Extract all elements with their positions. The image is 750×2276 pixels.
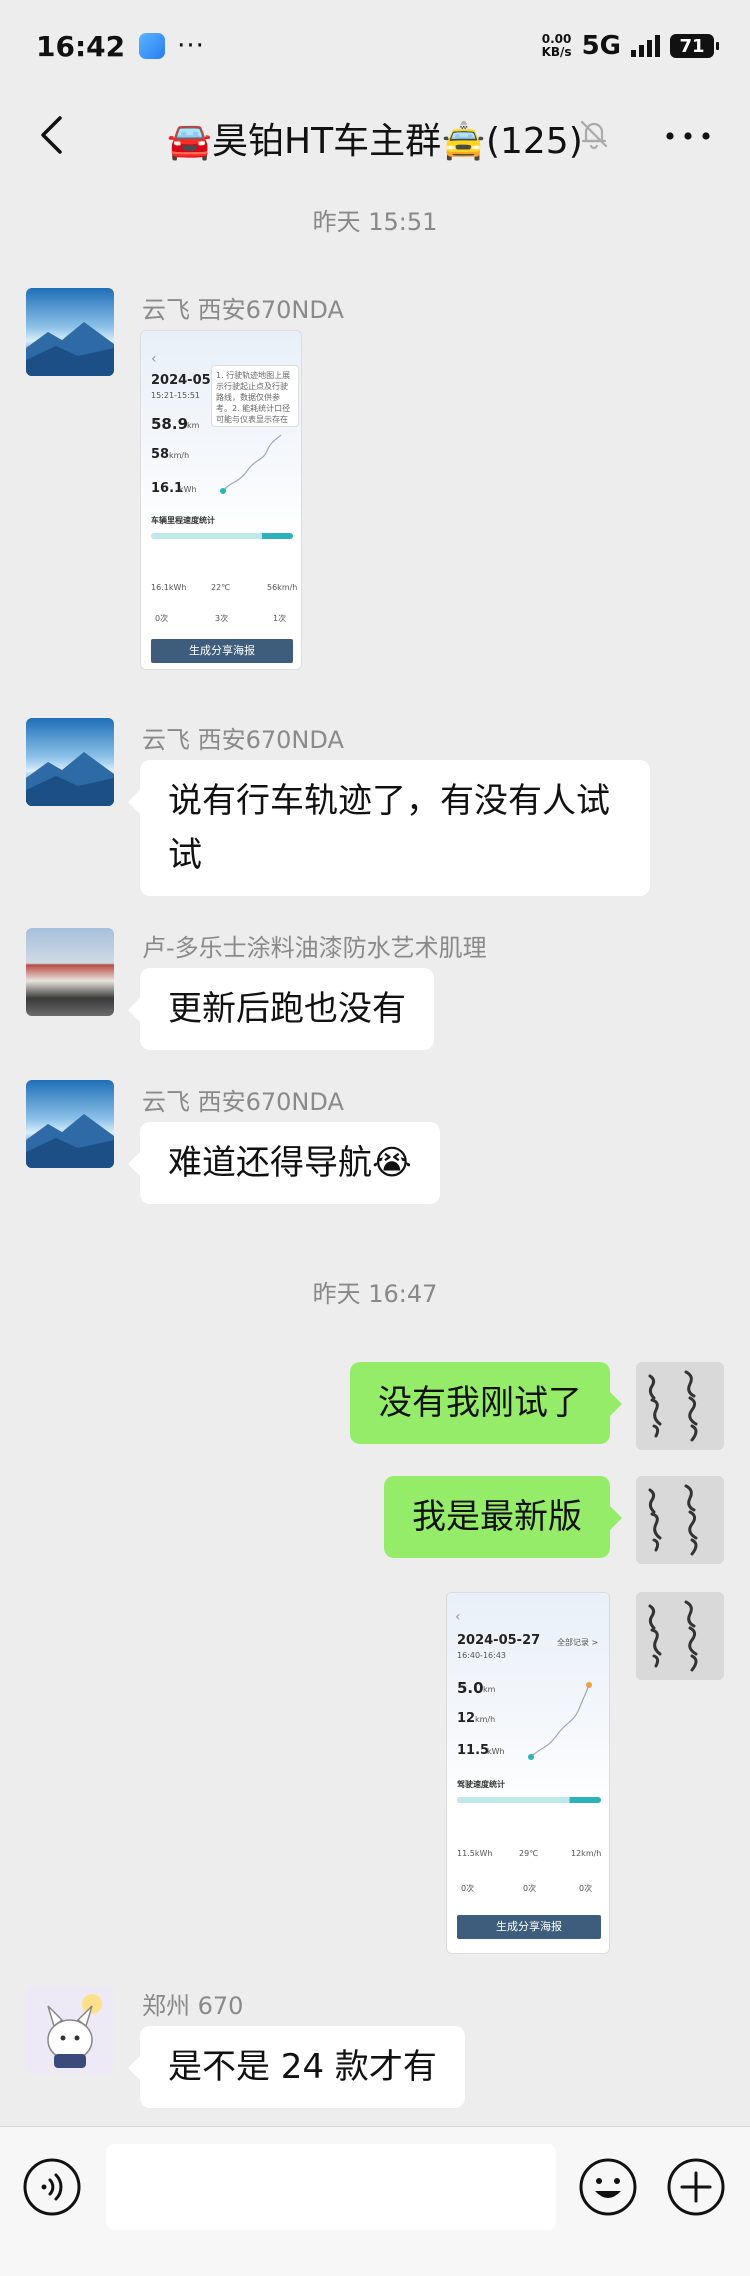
message-bubble[interactable]: 说有行车轨迹了，有没有人试试 xyxy=(128,760,650,896)
status-right: 0.00 KB/s 5G 71 xyxy=(542,31,719,61)
shot-distance-unit: km xyxy=(483,1685,496,1694)
timestamp: 昨天 15:51 xyxy=(312,208,438,236)
network-type: 5G xyxy=(581,31,621,61)
voice-input-icon[interactable] xyxy=(22,2157,82,2217)
shot-speed: 58 xyxy=(151,447,170,462)
shot-speed-unit: km/h xyxy=(475,1715,496,1724)
message-bubble[interactable]: 更新后跑也没有 xyxy=(128,968,434,1050)
shot-stat: 3次 xyxy=(215,614,229,623)
shot-speed-unit: km/h xyxy=(169,451,190,460)
shot-progress-bar xyxy=(457,1797,601,1803)
shot-stat: 0次 xyxy=(579,1884,593,1893)
avatar[interactable] xyxy=(26,288,114,376)
shot-stat: 56km/h xyxy=(267,583,298,592)
shot-section-title: 驾驶速度统计 xyxy=(457,1780,505,1789)
more-options-icon[interactable] xyxy=(660,116,716,156)
message-input[interactable] xyxy=(106,2144,556,2230)
app-notification-icon xyxy=(139,33,166,59)
shot-energy-unit: kWh xyxy=(487,1747,505,1756)
shot-stat: 0次 xyxy=(155,614,169,623)
emoji-icon[interactable] xyxy=(578,2157,638,2217)
timestamp: 昨天 16:47 xyxy=(312,1280,438,1308)
self-avatar[interactable] xyxy=(636,1362,724,1450)
shot-stat: 22℃ xyxy=(211,583,231,592)
mute-bell-icon xyxy=(580,120,608,150)
shot-time-range: 15:21-15:51 xyxy=(151,391,200,400)
sender-name: 郑州 670 xyxy=(142,1992,244,2020)
shot-distance-unit: km xyxy=(187,421,200,430)
image-message-self[interactable]: ‹ 2024-05-27 全部记录 > 16:40-16:43 5.0 km 1… xyxy=(446,1592,610,1954)
sender-name: 卢-多乐士涂料油漆防水艺术肌理 xyxy=(142,934,487,962)
shot-date: 2024-05-27 xyxy=(457,1633,541,1648)
input-bar xyxy=(0,2126,750,2276)
status-time: 16:42 xyxy=(36,29,126,63)
shot-stat: 0次 xyxy=(523,1884,537,1893)
plus-icon[interactable] xyxy=(666,2157,726,2217)
avatar[interactable] xyxy=(26,928,114,1016)
shot-stat: 29℃ xyxy=(519,1849,539,1858)
shot-section-title: 车辆里程速度统计 xyxy=(151,516,215,525)
shot-stat: 16.1kWh xyxy=(151,583,187,592)
chat-messages[interactable]: 昨天 15:51 云飞 西安670NDA ‹ 2024-05-27 15:21-… xyxy=(0,178,750,2126)
shot-back-icon: ‹ xyxy=(455,1609,461,1625)
shot-progress-bar xyxy=(151,533,293,539)
calligraphy-avatar-image xyxy=(636,1362,724,1450)
shot-link: 全部记录 > xyxy=(557,1638,599,1647)
shot-stat: 1次 xyxy=(273,614,287,623)
sender-name: 云飞 西安670NDA xyxy=(142,726,344,754)
shot-stat: 12km/h xyxy=(571,1849,602,1858)
self-avatar[interactable] xyxy=(636,1592,724,1680)
shot-energy-unit: kWh xyxy=(179,485,197,494)
shot-popup: 1. 行驶轨迹地图上展示行驶起止点及行驶路线，数据仅供参考。2. 能耗统计口径可… xyxy=(211,365,299,427)
cartoon-avatar-image xyxy=(26,1986,114,2074)
avatar[interactable] xyxy=(26,718,114,806)
status-bar: 16:42 ··· 0.00 KB/s 5G 71 xyxy=(0,0,750,92)
image-message[interactable]: ‹ 2024-05-27 15:21-15:51 1. 行驶轨迹地图上展示行驶起… xyxy=(140,330,302,670)
shot-stat: 11.5kWh xyxy=(457,1849,493,1858)
message-bubble[interactable]: 难道还得导航😭 xyxy=(128,1122,440,1204)
battery-icon: 71 xyxy=(670,34,719,58)
self-avatar[interactable] xyxy=(636,1476,724,1564)
calligraphy-avatar-image xyxy=(636,1592,724,1680)
shot-energy: 11.5 xyxy=(457,1743,490,1758)
shot-speed: 12 xyxy=(457,1711,476,1726)
shot-stat: 0次 xyxy=(461,1884,475,1893)
shot-back-icon: ‹ xyxy=(151,351,157,367)
chat-header: 🚘昊铂HT车主群🚖(125) xyxy=(0,92,750,178)
calligraphy-avatar-image xyxy=(636,1476,724,1564)
message-bubble-self[interactable]: 我是最新版 xyxy=(384,1476,622,1558)
avatar[interactable] xyxy=(26,1986,114,2074)
message-bubble-self[interactable]: 没有我刚试了 xyxy=(350,1362,622,1444)
network-speed: 0.00 KB/s xyxy=(542,33,572,59)
message-bubble[interactable]: 是不是 24 款才有 xyxy=(128,2026,465,2108)
avatar[interactable] xyxy=(26,1080,114,1168)
shot-distance: 5.0 xyxy=(457,1679,484,1697)
sender-name: 云飞 西安670NDA xyxy=(142,296,344,324)
shot-share-button: 生成分享海报 xyxy=(457,1915,601,1939)
shot-time-range: 16:40-16:43 xyxy=(457,1651,506,1660)
network-speed-unit: KB/s xyxy=(541,45,572,59)
shot-distance: 58.9 xyxy=(151,415,189,433)
route-map xyxy=(220,434,282,494)
signal-icon xyxy=(631,35,660,57)
shot-share-button: 生成分享海报 xyxy=(151,639,293,663)
sender-name: 云飞 西安670NDA xyxy=(142,1088,344,1116)
route-map xyxy=(528,1682,592,1760)
more-notifications-icon: ··· xyxy=(177,31,205,61)
group-title[interactable]: 🚘昊铂HT车主群🚖(125) xyxy=(0,112,750,164)
